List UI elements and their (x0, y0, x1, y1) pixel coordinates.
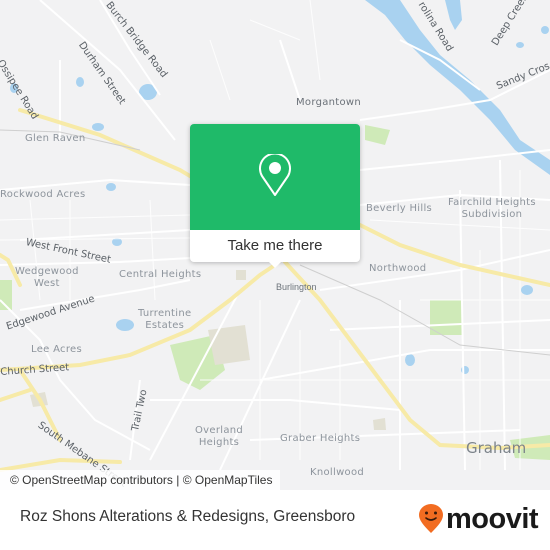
moovit-wordmark: moovit (446, 503, 539, 535)
place-label-northwood: Northwood (369, 263, 427, 274)
take-me-there-button[interactable]: Take me there (190, 230, 360, 262)
location-pin-icon (259, 154, 291, 196)
place-label-wedgewood-west: Wedgewood West (15, 266, 79, 289)
place-label-rockwood-acres: Rockwood Acres (0, 189, 86, 200)
place-label-turrentine-estates: Turrentine Estates (138, 308, 192, 331)
place-label-lee-acres: Lee Acres (31, 344, 82, 355)
place-label-overland-heights: Overland Heights (195, 425, 244, 448)
city-label-graham: Graham (466, 439, 527, 457)
place-label-fairchild-heights: Fairchild Heights Subdivision (448, 197, 536, 220)
footer: Roz Shons Alterations & Redesigns, Green… (0, 490, 550, 550)
place-label-graber-heights: Graber Heights (280, 433, 361, 444)
place-label-morgantown: Morgantown (296, 97, 362, 108)
place-label-central-heights: Central Heights (119, 269, 202, 280)
place-label-knollwood: Knollwood (310, 467, 365, 478)
location-popup[interactable]: Take me there (190, 124, 360, 268)
place-label-beverly-hills: Beverly Hills (366, 203, 433, 214)
popup-tail (267, 260, 283, 268)
town-label-burlington: Burlington (276, 282, 317, 292)
map[interactable]: Burch Bridge Road Durham Street Ossipee … (0, 0, 550, 490)
moovit-logo[interactable]: moovit (418, 503, 539, 535)
map-attribution[interactable]: © OpenStreetMap contributors | © OpenMap… (0, 470, 281, 490)
popup-header[interactable] (190, 124, 360, 230)
place-title: Roz Shons Alterations & Redesigns, Green… (20, 508, 356, 525)
place-label-glen-raven: Glen Raven (25, 133, 86, 144)
moovit-face-pin-icon (419, 504, 443, 533)
